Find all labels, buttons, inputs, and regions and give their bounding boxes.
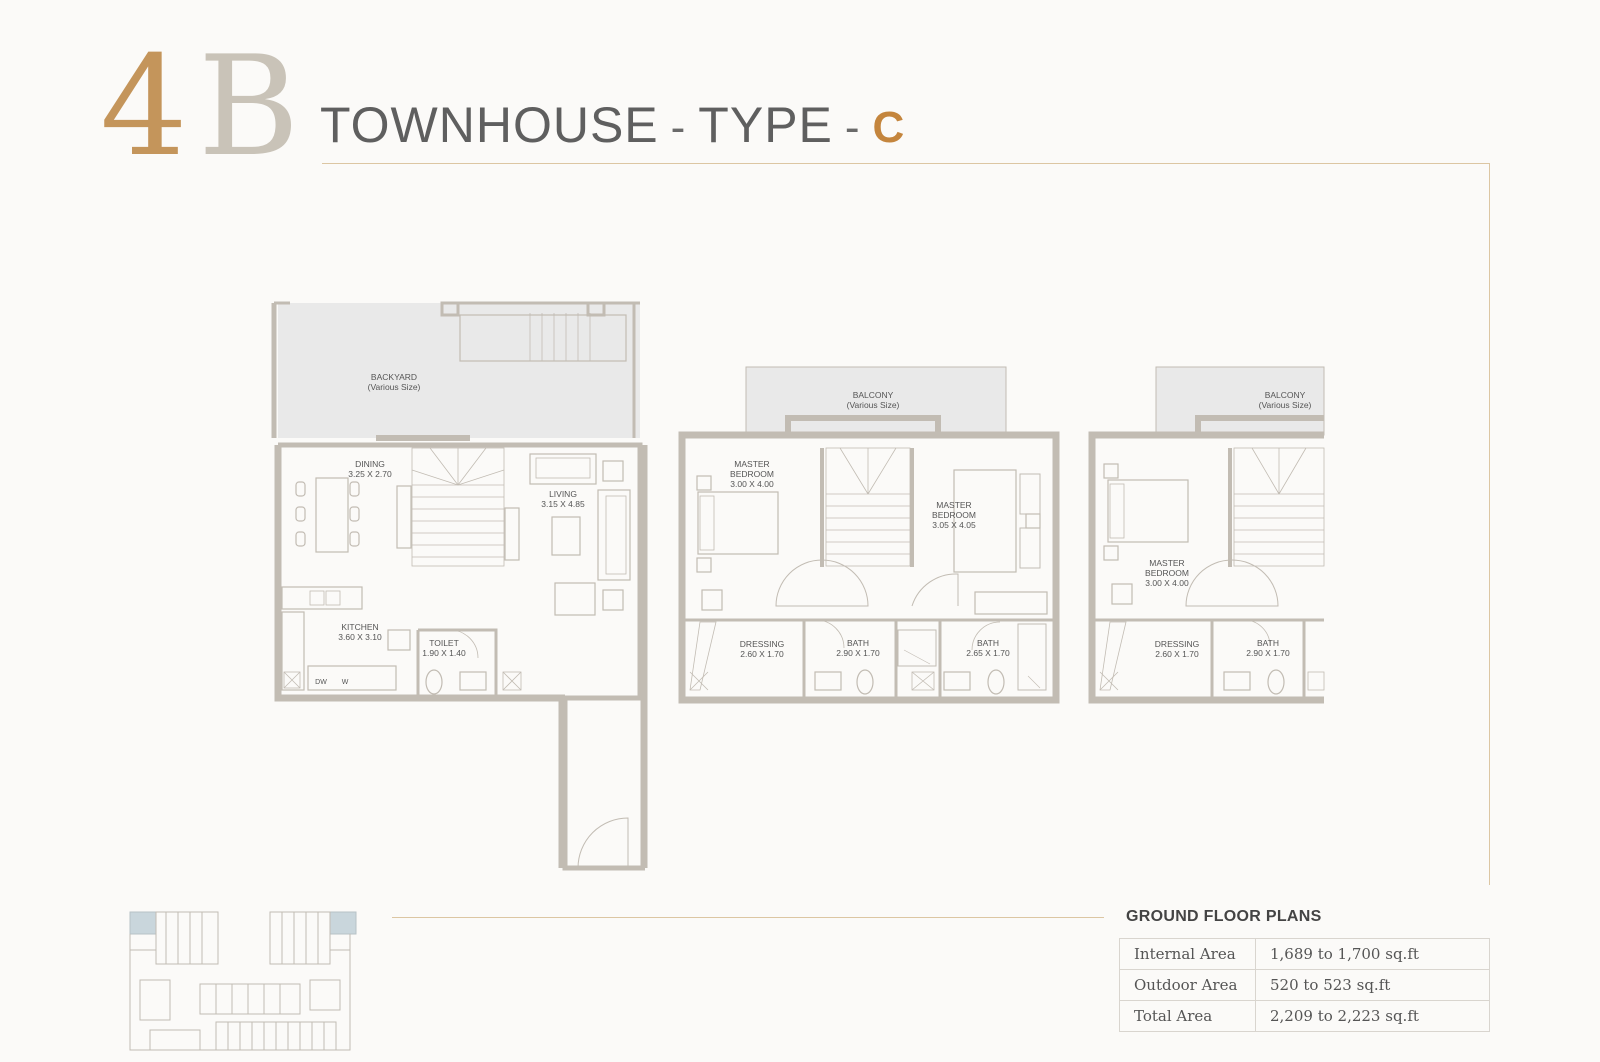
- area-value: 520 to 523 sq.ft: [1255, 969, 1490, 1001]
- ground-floor-plan: [271, 301, 648, 871]
- area-label: Total Area: [1119, 1000, 1256, 1032]
- dining-chairs: [295, 481, 360, 547]
- coffee-table: [551, 516, 581, 556]
- bed-left: [697, 491, 779, 555]
- toilet-bowl: [425, 669, 443, 695]
- label-living-size: 3.15 X 4.85: [541, 499, 585, 509]
- label-master-bedroom-3-b: BEDROOM: [1145, 568, 1189, 578]
- label-balcony: BALCONY: [853, 390, 894, 400]
- area-label: Internal Area: [1119, 938, 1256, 970]
- table-row: Total Area 2,209 to 2,223 sq.ft: [1119, 1000, 1490, 1032]
- label-kitchen: KITCHEN: [341, 622, 378, 632]
- wc-1: [856, 669, 874, 695]
- label-backyard: BACKYARD: [371, 372, 417, 382]
- areas-table: Internal Area 1,689 to 1,700 sq.ft Outdo…: [1119, 938, 1490, 1032]
- entrance-door: [577, 817, 629, 869]
- label-bath-2: BATH: [977, 638, 999, 648]
- label-balcony-size: (Various Size): [847, 400, 900, 410]
- key-plan: [129, 911, 357, 1051]
- label-bath-3-size: 2.90 X 1.70: [1246, 648, 1290, 658]
- label-w: W: [342, 679, 349, 686]
- first-stairs: [825, 447, 911, 567]
- footer-rule: [392, 917, 1104, 918]
- label-toilet-size: 1.90 X 1.40: [422, 648, 466, 658]
- label-master-bedroom-1-b: BEDROOM: [730, 469, 774, 479]
- sofa: [529, 453, 597, 485]
- label-bath-1-size: 2.90 X 1.70: [836, 648, 880, 658]
- label-dressing-2-size: 2.60 X 1.70: [1155, 649, 1199, 659]
- area-value: 2,209 to 2,223 sq.ft: [1255, 1000, 1490, 1032]
- areas-heading: GROUND FLOOR PLANS: [1126, 908, 1322, 925]
- label-master-bedroom-2-b: BEDROOM: [932, 510, 976, 520]
- label-living: LIVING: [549, 489, 577, 499]
- armchair: [554, 582, 596, 616]
- sofa-long: [597, 489, 631, 581]
- label-master-bedroom-1-size: 3.00 X 4.00: [730, 479, 774, 489]
- label-bath-2-size: 2.65 X 1.70: [966, 648, 1010, 658]
- basin-1: [814, 671, 842, 691]
- dining-table: [315, 477, 349, 553]
- ground-stairs: [411, 447, 505, 567]
- label-kitchen-size: 3.60 X 3.10: [338, 632, 382, 642]
- label-toilet: TOILET: [429, 638, 459, 648]
- label-master-bedroom-1-a: MASTER: [734, 459, 769, 469]
- label-master-bedroom-3-a: MASTER: [1149, 558, 1184, 568]
- label-backyard-size: (Various Size): [368, 382, 421, 392]
- label-bath-1: BATH: [847, 638, 869, 648]
- kitchen-side-counter: [281, 611, 305, 691]
- console: [396, 485, 412, 549]
- label-master-bedroom-2-a: MASTER: [936, 500, 971, 510]
- label-balcony-2-size: (Various Size): [1259, 400, 1312, 410]
- label-bath-3: BATH: [1257, 638, 1279, 648]
- area-value: 1,689 to 1,700 sq.ft: [1255, 938, 1490, 970]
- basin-2: [943, 671, 971, 691]
- label-master-bedroom-3-size: 3.00 X 4.00: [1145, 578, 1189, 588]
- second-floor-walls: [1088, 431, 1324, 704]
- floorplan-drawing: BACKYARD (Various Size) DINING 3.25 X 2.…: [129, 301, 1325, 1051]
- stair-bench: [504, 507, 520, 561]
- label-master-bedroom-2-size: 3.05 X 4.05: [932, 520, 976, 530]
- wc-2: [987, 669, 1005, 695]
- label-dressing-2: DRESSING: [1155, 639, 1199, 649]
- label-dining: DINING: [355, 459, 385, 469]
- kitchen-counter: [281, 586, 363, 610]
- table-row: Outdoor Area 520 to 523 sq.ft: [1119, 969, 1490, 1001]
- label-dressing-size: 2.60 X 1.70: [740, 649, 784, 659]
- bed-second: [1107, 479, 1189, 543]
- area-label: Outdoor Area: [1119, 969, 1256, 1001]
- label-dressing: DRESSING: [740, 639, 784, 649]
- ground-outer-wall-left: [274, 445, 565, 702]
- backyard-area: [278, 303, 640, 438]
- label-balcony-2: BALCONY: [1265, 390, 1306, 400]
- label-dining-size: 3.25 X 2.70: [348, 469, 392, 479]
- toilet-sink: [459, 671, 487, 691]
- table-row: Internal Area 1,689 to 1,700 sq.ft: [1119, 938, 1490, 970]
- second-stairs: [1233, 447, 1325, 567]
- label-dw: DW: [315, 679, 327, 686]
